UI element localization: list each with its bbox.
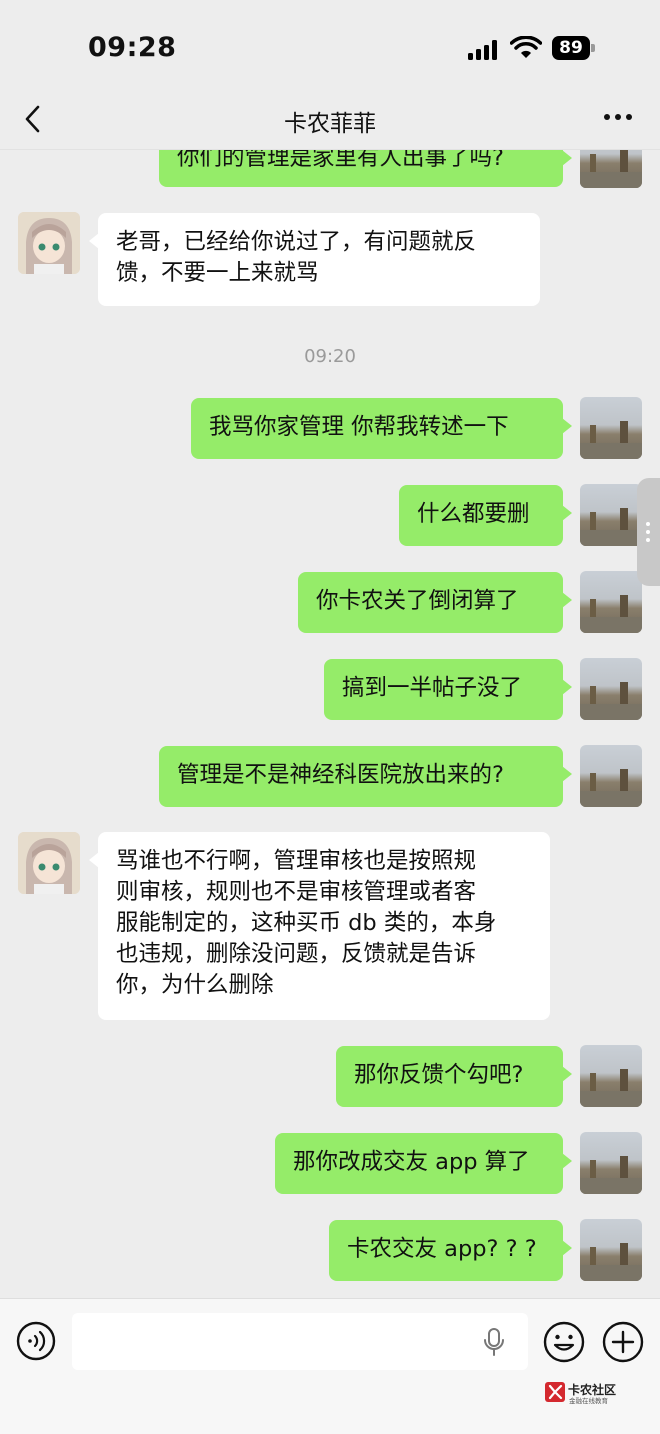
my-avatar[interactable] <box>580 397 642 459</box>
signal-icon <box>468 38 502 60</box>
chat-title: 卡农菲菲 <box>284 111 376 137</box>
peer-avatar[interactable] <box>18 212 80 274</box>
my-avatar[interactable] <box>580 745 642 807</box>
incoming-message[interactable]: 骂谁也不行啊，管理审核也是按照规 则审核，规则也不是审核管理或者客 服能制定的，… <box>89 832 550 1020</box>
outgoing-message[interactable]: 你卡农关了倒闭算了 <box>298 572 572 633</box>
mic-icon[interactable] <box>481 1327 507 1357</box>
chat-area[interactable]: 你们的管理是家里有人出事了吗? 老哥，已经给你说过了，有问题就反 馈，不要一上来… <box>0 150 660 1298</box>
my-avatar[interactable] <box>580 1045 642 1107</box>
my-avatar[interactable] <box>580 658 642 720</box>
plus-icon[interactable] <box>602 1321 644 1363</box>
incoming-message[interactable]: 老哥，已经给你说过了，有问题就反 馈，不要一上来就骂 <box>89 213 540 306</box>
my-avatar[interactable] <box>580 484 642 546</box>
my-avatar[interactable] <box>580 1132 642 1194</box>
outgoing-message[interactable]: 你们的管理是家里有人出事了吗? <box>159 150 572 187</box>
timestamp: 09:20 <box>304 346 356 367</box>
outgoing-message[interactable]: 我骂你家管理 你帮我转述一下 <box>191 398 572 459</box>
status-bar: 09:28 89 <box>0 0 660 90</box>
outgoing-message[interactable]: 什么都要删 <box>399 485 572 546</box>
battery-icon: 89 <box>552 36 596 60</box>
kanong-logo-icon <box>545 1382 565 1402</box>
voice-icon[interactable] <box>16 1321 56 1361</box>
input-bar: 卡农社区 金融在线教育 <box>0 1298 660 1434</box>
watermark: 卡农社区 金融在线教育 <box>544 1379 634 1405</box>
more-icon[interactable] <box>604 114 634 122</box>
my-avatar[interactable] <box>580 1219 642 1281</box>
emoji-icon[interactable] <box>543 1321 585 1363</box>
status-time: 09:28 <box>88 32 177 63</box>
nav-bar: 卡农菲菲 <box>0 90 660 150</box>
side-drag-handle[interactable] <box>637 478 660 586</box>
outgoing-message[interactable]: 那你反馈个勾吧? <box>336 1046 572 1107</box>
watermark-subtitle: 金融在线教育 <box>569 1397 608 1405</box>
wifi-icon <box>510 36 542 58</box>
message-input[interactable] <box>72 1313 528 1370</box>
outgoing-message[interactable]: 卡农交友 app? ? ? <box>329 1220 572 1281</box>
outgoing-message[interactable]: 那你改成交友 app 算了 <box>275 1133 572 1194</box>
battery-level: 89 <box>552 36 590 60</box>
outgoing-message[interactable]: 管理是不是神经科医院放出来的? <box>159 746 572 807</box>
peer-avatar[interactable] <box>18 832 80 894</box>
my-avatar[interactable] <box>580 571 642 633</box>
outgoing-message[interactable]: 搞到一半帖子没了 <box>324 659 572 720</box>
my-avatar[interactable] <box>580 150 642 188</box>
